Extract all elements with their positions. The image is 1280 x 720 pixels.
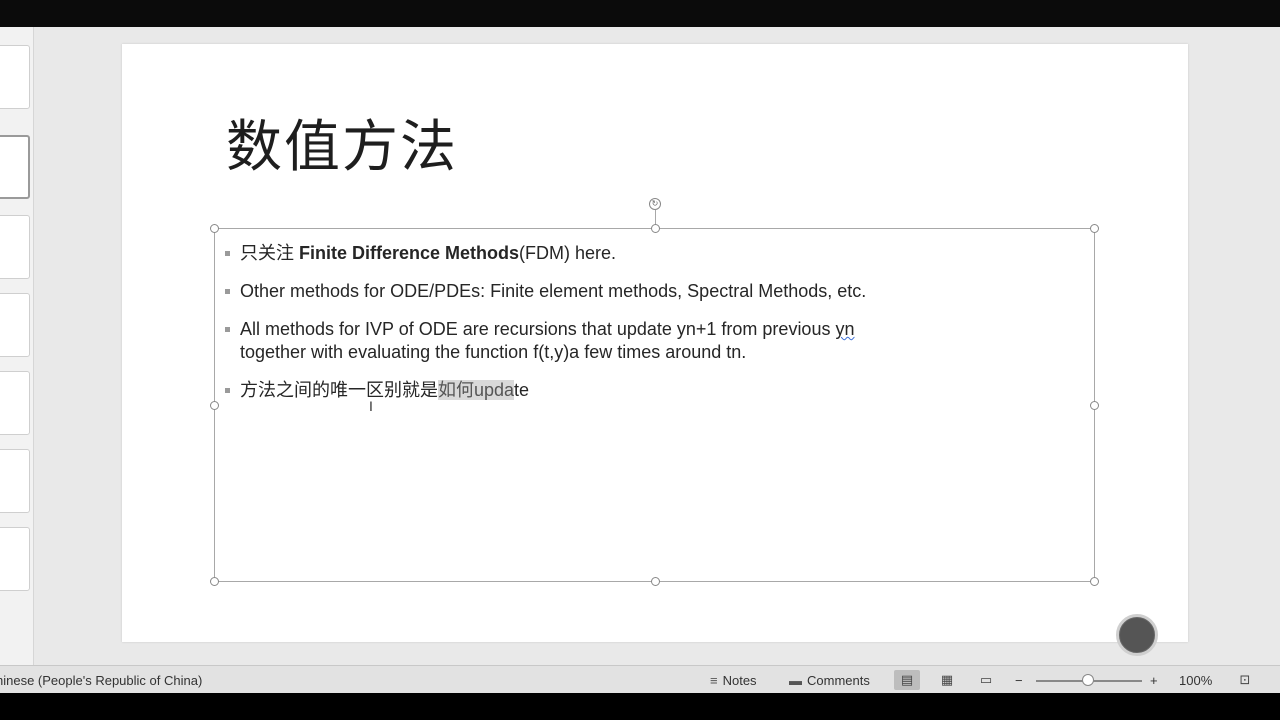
slide-thumbnail[interactable] bbox=[0, 527, 30, 591]
slide-thumbnail[interactable] bbox=[0, 449, 30, 513]
notes-icon: ≡ bbox=[710, 673, 718, 688]
bullet-text: (FDM) here. bbox=[519, 243, 617, 263]
normal-view-icon: ▤ bbox=[900, 672, 914, 687]
resize-handle-top-right[interactable] bbox=[1090, 224, 1099, 233]
resize-handle-top-left[interactable] bbox=[210, 224, 219, 233]
resize-handle-bottom-right[interactable] bbox=[1090, 577, 1099, 586]
slide-thumbnail[interactable] bbox=[0, 215, 30, 279]
window-bottom-bar bbox=[0, 693, 1280, 720]
bullet-text: All methods for IVP of ODE are recursion… bbox=[240, 319, 836, 339]
resize-handle-middle-right[interactable] bbox=[1090, 401, 1099, 410]
slide-thumbnail-selected[interactable] bbox=[0, 135, 30, 199]
bullet-text: together with evaluating the function f(… bbox=[240, 342, 747, 362]
comments-label: Comments bbox=[807, 673, 870, 688]
resize-handle-middle-left[interactable] bbox=[210, 401, 219, 410]
editor-workspace: 数值方法 ↻ 只关注 Finite Difference Methods(FDM… bbox=[0, 27, 1280, 665]
bullet-item[interactable]: All methods for IVP of ODE are recursion… bbox=[224, 318, 1084, 364]
bullet-list[interactable]: 只关注 Finite Difference Methods(FDM) here.… bbox=[224, 242, 1084, 417]
status-bar: hinese (People's Republic of China) ≡ Not… bbox=[0, 665, 1280, 693]
bullet-item[interactable]: 方法之间的唯一区别就是如何update bbox=[224, 379, 1084, 402]
slide-title[interactable]: 数值方法 bbox=[226, 102, 458, 183]
slide-sorter-view-button[interactable]: ▦ bbox=[934, 670, 960, 690]
zoom-out-button[interactable]: − bbox=[1015, 673, 1023, 688]
bullet-item[interactable]: Other methods for ODE/PDEs: Finite eleme… bbox=[224, 280, 1084, 303]
selected-text: 如何upda bbox=[438, 380, 515, 400]
zoom-slider-handle[interactable] bbox=[1082, 674, 1094, 686]
bullet-item[interactable]: 只关注 Finite Difference Methods(FDM) here. bbox=[224, 242, 1084, 265]
comments-button[interactable]: ▬ Comments bbox=[789, 673, 870, 688]
slide-canvas[interactable]: 数值方法 ↻ 只关注 Finite Difference Methods(FDM… bbox=[122, 44, 1188, 656]
resize-handle-bottom-center[interactable] bbox=[651, 577, 660, 586]
comment-icon: ▬ bbox=[789, 673, 802, 688]
language-indicator[interactable]: hinese (People's Republic of China) bbox=[0, 673, 202, 688]
reading-view-button[interactable]: ▭ bbox=[973, 670, 999, 690]
fit-window-icon: ⊡ bbox=[1239, 672, 1251, 687]
resize-handle-top-center[interactable] bbox=[651, 224, 660, 233]
notes-label: Notes bbox=[722, 673, 757, 688]
resize-handle-bottom-left[interactable] bbox=[210, 577, 219, 586]
slide-thumbnail[interactable] bbox=[0, 45, 30, 109]
bullet-bold-text: Finite Difference Methods bbox=[299, 243, 520, 263]
spelling-flagged-word: yn bbox=[835, 319, 855, 339]
text-selection-highlight[interactable]: 如何upda bbox=[438, 380, 515, 400]
bullet-text: 只关注 bbox=[240, 243, 300, 263]
normal-view-button[interactable]: ▤ bbox=[894, 670, 920, 690]
slide-thumbnail[interactable] bbox=[0, 371, 30, 435]
zoom-in-button[interactable]: + bbox=[1150, 673, 1158, 688]
record-button-icon[interactable] bbox=[1116, 614, 1158, 656]
zoom-level[interactable]: 100% bbox=[1179, 673, 1212, 688]
slide-thumbnail-pane[interactable] bbox=[0, 27, 34, 665]
bullet-text: Other methods for ODE/PDEs: Finite eleme… bbox=[240, 281, 867, 301]
grid-icon: ▦ bbox=[940, 672, 954, 687]
slide-thumbnail[interactable] bbox=[0, 293, 30, 357]
bullet-text: 方法之间的唯一区别就是 bbox=[240, 380, 438, 400]
presentation-icon: ▭ bbox=[979, 672, 993, 687]
i-beam-cursor-icon: Ι bbox=[369, 398, 373, 414]
window-top-bar bbox=[0, 0, 1280, 27]
fit-to-window-button[interactable]: ⊡ bbox=[1232, 670, 1258, 690]
bullet-text: te bbox=[514, 380, 530, 400]
notes-button[interactable]: ≡ Notes bbox=[710, 673, 757, 688]
rotate-handle-icon[interactable]: ↻ bbox=[649, 198, 661, 210]
